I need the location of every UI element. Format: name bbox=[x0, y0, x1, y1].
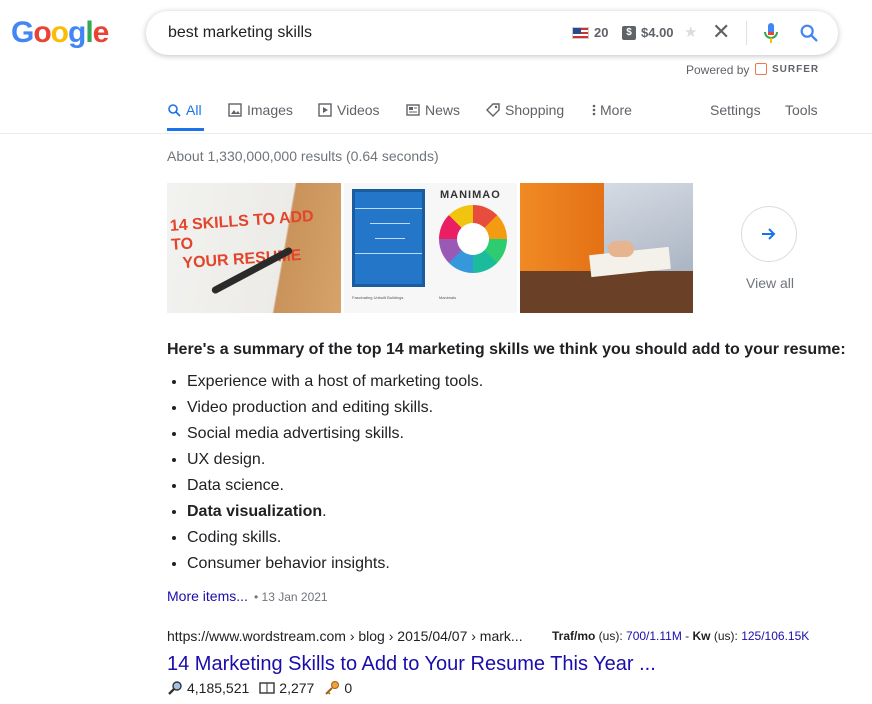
book-icon bbox=[259, 682, 275, 694]
region: (us): bbox=[710, 629, 742, 643]
separator: - bbox=[681, 629, 693, 643]
search-icon bbox=[168, 104, 181, 117]
list-item: Coding skills. bbox=[187, 525, 483, 551]
result-stats: About 1,330,000,000 results (0.64 second… bbox=[167, 148, 439, 164]
surfer-brand[interactable]: SURFER bbox=[772, 64, 819, 75]
tab-settings[interactable]: Settings bbox=[710, 102, 761, 118]
list-item: Consumer behavior insights. bbox=[187, 551, 483, 577]
magnifier-icon bbox=[168, 681, 182, 695]
tab-shopping[interactable]: Shopping bbox=[486, 102, 564, 118]
list-item: Video production and editing skills. bbox=[187, 395, 483, 421]
separator: • bbox=[254, 590, 259, 604]
tab-label: News bbox=[425, 102, 461, 118]
surfer-logo-icon bbox=[755, 63, 767, 75]
image-result-3[interactable] bbox=[520, 183, 693, 313]
kw-value[interactable]: 125/106.15K bbox=[741, 629, 809, 643]
tab-label: Images bbox=[247, 102, 293, 118]
color-wheel-graphic bbox=[439, 205, 507, 273]
divider bbox=[746, 21, 747, 45]
list-item: Experience with a host of marketing tool… bbox=[187, 369, 483, 395]
tag-icon bbox=[486, 103, 500, 117]
date-text: 13 Jan 2021 bbox=[261, 590, 328, 604]
image-caption: Manimals bbox=[439, 295, 457, 300]
video-icon bbox=[318, 103, 332, 117]
tab-images[interactable]: Images bbox=[228, 102, 293, 118]
active-tab-indicator bbox=[167, 128, 204, 131]
tab-label: All bbox=[186, 102, 202, 118]
image-result-2[interactable]: MANIMAO Fascinating Unbuilt Buildings Ma… bbox=[344, 183, 517, 313]
search-icon[interactable] bbox=[798, 22, 820, 44]
photo-desk bbox=[520, 271, 693, 313]
view-all-button[interactable] bbox=[741, 206, 797, 262]
microphone-icon[interactable] bbox=[763, 22, 779, 44]
star-icon[interactable]: ★ bbox=[684, 23, 697, 41]
region: (us): bbox=[595, 629, 627, 643]
clear-icon[interactable]: ✕ bbox=[712, 20, 730, 44]
more-vert-icon bbox=[592, 104, 596, 116]
powered-by-label: Powered by bbox=[686, 63, 750, 77]
search-box[interactable]: best marketing skills 20 $ $4.00 ★ ✕ bbox=[146, 11, 838, 55]
view-all-label[interactable]: View all bbox=[746, 275, 794, 291]
logo-letter: o bbox=[33, 16, 51, 49]
metric-value: 0 bbox=[344, 680, 353, 696]
metric-value: 4,185,521 bbox=[187, 680, 250, 696]
us-flag-icon bbox=[572, 27, 589, 39]
tab-label: Videos bbox=[337, 102, 380, 118]
snippet-date: • 13 Jan 2021 bbox=[254, 590, 328, 604]
period: . bbox=[322, 503, 327, 520]
tab-tools[interactable]: Tools bbox=[785, 102, 818, 118]
search-input[interactable]: best marketing skills bbox=[168, 24, 312, 42]
image-caption: Fascinating Unbuilt Buildings bbox=[352, 295, 404, 300]
kw-label: Kw bbox=[692, 629, 711, 643]
list-item: Data science. bbox=[187, 473, 483, 499]
tab-label: Tools bbox=[785, 102, 818, 118]
traf-value[interactable]: 700/1.11M bbox=[626, 629, 682, 643]
dollar-icon: $ bbox=[622, 26, 636, 40]
tab-label: Shopping bbox=[505, 102, 565, 118]
cpc-value: $4.00 bbox=[641, 25, 674, 40]
list-item: Data visualization. bbox=[187, 499, 483, 525]
image-result-1[interactable]: 14 SKILLS TO ADD TO YOUR RESUME bbox=[167, 183, 341, 313]
tab-more[interactable]: More bbox=[591, 102, 632, 118]
metric-value: 2,277 bbox=[279, 680, 315, 696]
image-icon bbox=[228, 103, 242, 117]
traffic-metrics: Traf/mo (us): 700/1.11M - Kw (us): 125/1… bbox=[552, 629, 809, 643]
key-icon bbox=[325, 681, 340, 695]
tab-news[interactable]: News bbox=[406, 102, 460, 118]
logo-letter: e bbox=[92, 16, 110, 49]
list-item: Social media advertising skills. bbox=[187, 421, 483, 447]
tab-label: Settings bbox=[710, 102, 761, 118]
result-title-link[interactable]: 14 Marketing Skills to Add to Your Resum… bbox=[167, 653, 656, 676]
traf-label: Traf/mo bbox=[552, 629, 596, 643]
tab-all[interactable]: All bbox=[167, 102, 202, 118]
google-logo[interactable]: Google bbox=[11, 16, 110, 50]
tab-videos[interactable]: Videos bbox=[318, 102, 380, 118]
arrow-right-icon bbox=[762, 228, 776, 240]
list-item: UX design. bbox=[187, 447, 483, 473]
result-url[interactable]: https://www.wordstream.com › blog › 2015… bbox=[167, 628, 523, 644]
logo-letter: g bbox=[68, 16, 86, 49]
result-metrics: 4,185,521 2,277 0 bbox=[167, 680, 352, 696]
snippet-list: Experience with a host of marketing tool… bbox=[167, 369, 483, 577]
bold-text: Data visualization bbox=[187, 503, 323, 520]
logo-letter: l bbox=[85, 16, 93, 49]
search-volume: 20 bbox=[594, 25, 609, 40]
blueprint-graphic bbox=[352, 189, 425, 287]
news-icon bbox=[406, 104, 420, 116]
header-divider bbox=[0, 133, 872, 134]
photo-hand bbox=[608, 241, 634, 257]
snippet-heading: Here's a summary of the top 14 marketing… bbox=[167, 341, 846, 358]
logo-letter: G bbox=[11, 16, 34, 49]
tab-label: More bbox=[600, 102, 632, 118]
more-items-link[interactable]: More items... bbox=[167, 588, 248, 604]
logo-letter: o bbox=[50, 16, 69, 49]
image-title: MANIMAO bbox=[440, 189, 501, 201]
